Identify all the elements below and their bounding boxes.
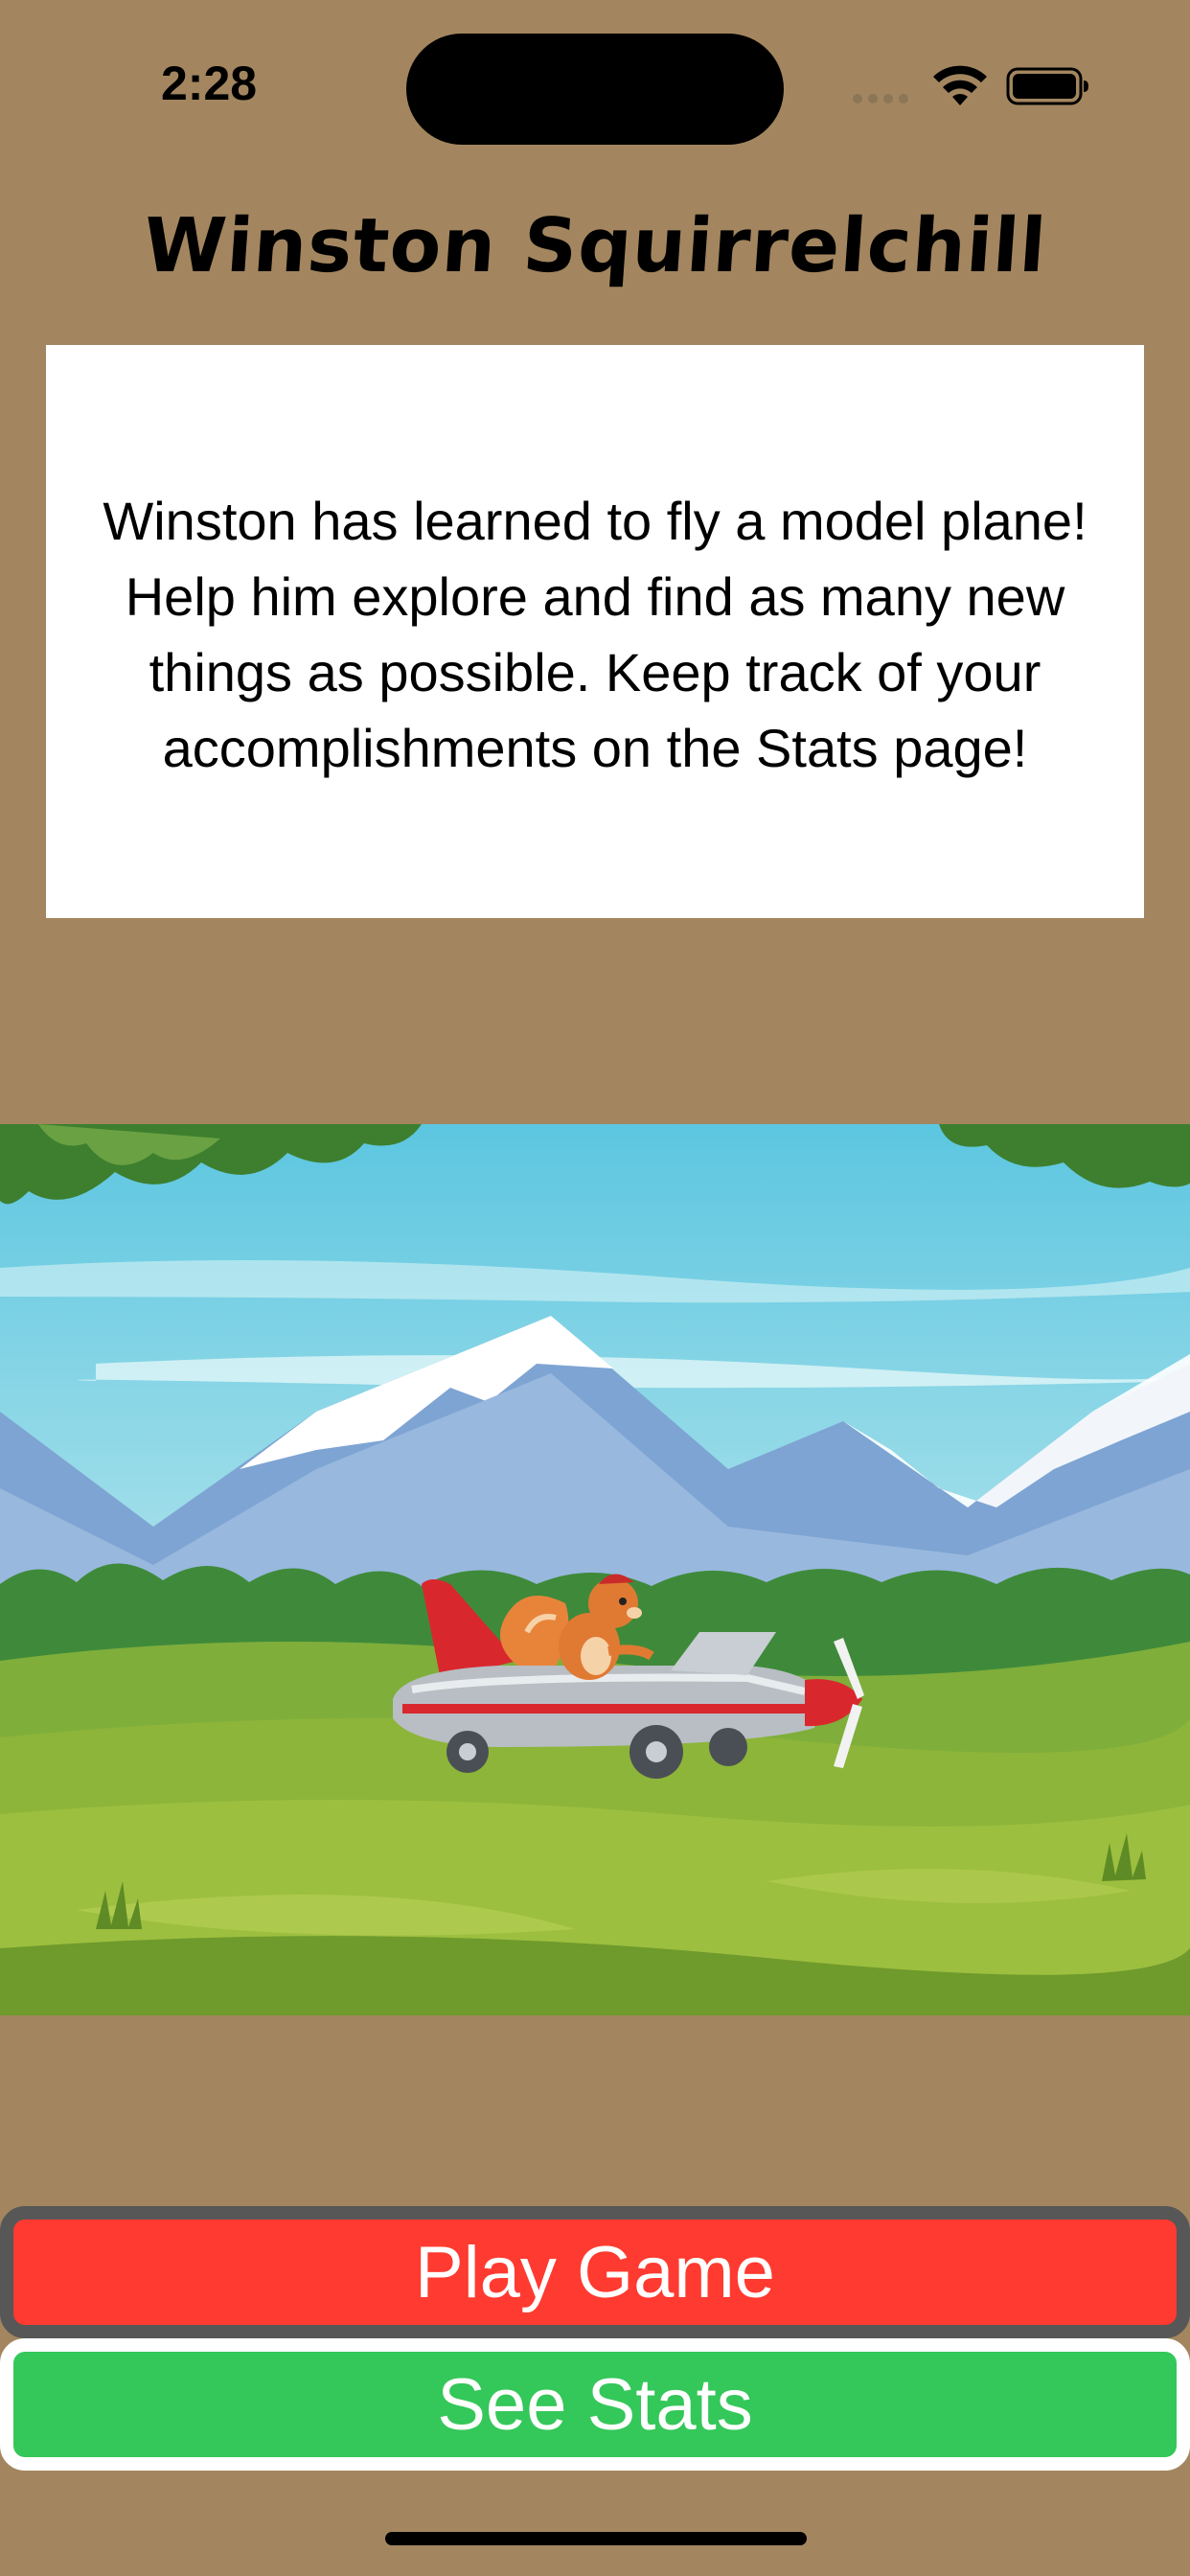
- status-bar: 2:28: [0, 0, 1190, 172]
- description-line: things as possible. Keep track of your: [149, 642, 1041, 702]
- description-line: Help him explore and find as many new: [125, 566, 1065, 627]
- play-game-button[interactable]: Play Game: [0, 2206, 1190, 2338]
- play-game-label: Play Game: [415, 2231, 775, 2313]
- see-stats-button[interactable]: See Stats: [0, 2338, 1190, 2471]
- dynamic-island: [406, 34, 784, 145]
- page-title: Winston Squirrelchill: [140, 203, 1050, 289]
- cellular-signal-icon: [853, 94, 912, 105]
- description-line: Winston has learned to fly a model plane…: [103, 491, 1087, 551]
- hero-illustration: [0, 1124, 1190, 2015]
- description-text: Winston has learned to fly a model plane…: [103, 483, 1087, 786]
- wifi-icon: [933, 65, 987, 105]
- battery-icon: [1006, 67, 1088, 105]
- home-indicator[interactable]: [385, 2532, 807, 2545]
- status-time: 2:28: [161, 57, 258, 110]
- see-stats-label: See Stats: [437, 2363, 753, 2446]
- description-line: accomplishments on the Stats page!: [162, 718, 1028, 778]
- description-card: Winston has learned to fly a model plane…: [46, 345, 1144, 918]
